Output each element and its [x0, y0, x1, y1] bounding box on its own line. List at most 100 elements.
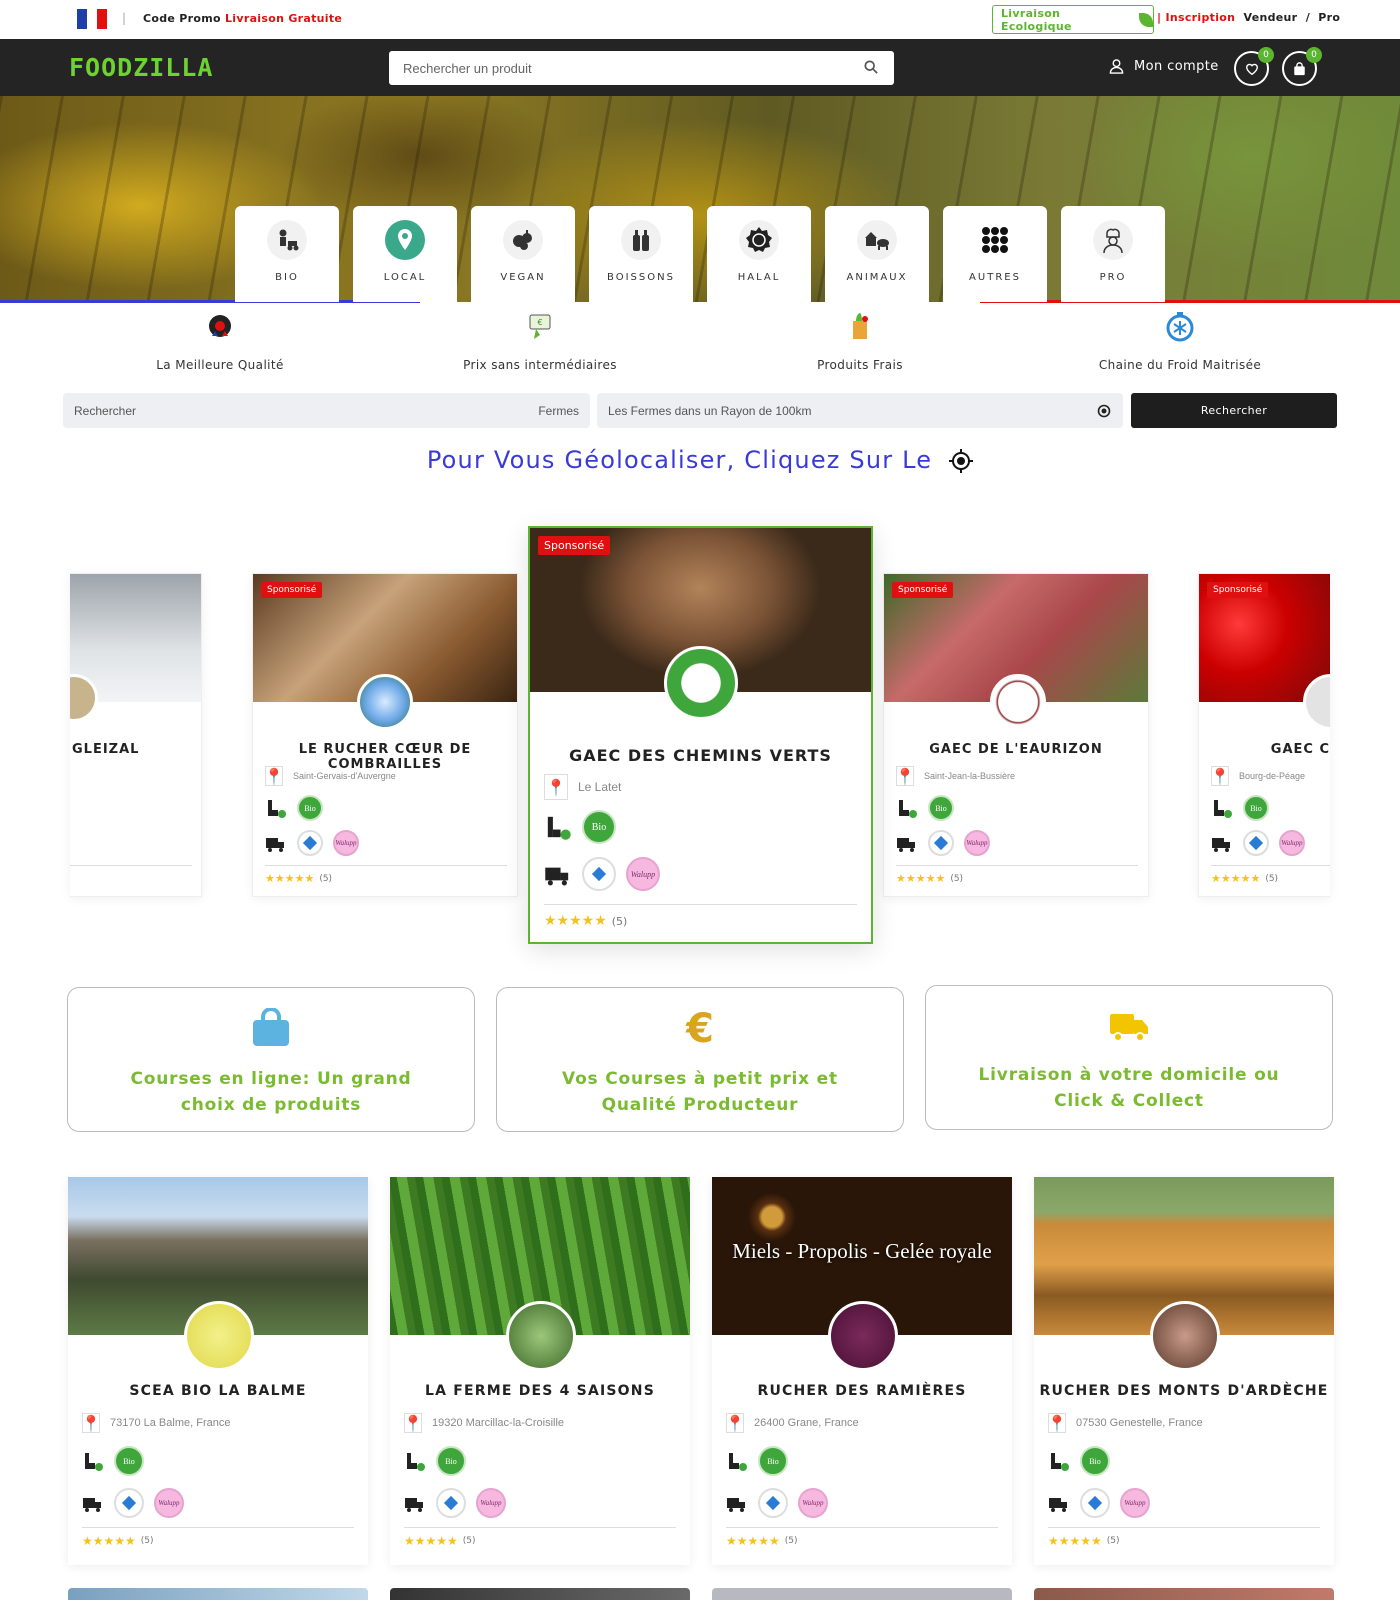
- location-row: 📍 73170 La Balme, France: [81, 1413, 230, 1433]
- svg-text:€: €: [537, 318, 542, 327]
- category-local[interactable]: LOCAL: [353, 206, 457, 302]
- walupp-badge: Walupp: [1279, 830, 1305, 856]
- eco-farmer-icon: [899, 800, 917, 818]
- farm-card-eaurizon[interactable]: Sponsorisé GAEC DE L'EAURIZON 📍 Saint-Je…: [883, 573, 1149, 897]
- divider: [404, 1527, 676, 1528]
- delivery-row: Walupp: [1048, 1488, 1150, 1518]
- delivery-truck-icon: [83, 1498, 101, 1512]
- category-animaux[interactable]: ANIMAUX: [825, 206, 929, 302]
- bio-label-badge: Bio: [1243, 795, 1269, 821]
- farm-card-rucher-monts-ardeche[interactable]: RUCHER DES MONTS D'ARDÈCHE 📍 07530 Genest…: [1034, 1177, 1334, 1565]
- cart-button[interactable]: 0: [1282, 47, 1322, 86]
- farm-name: RUCHER DES RAMIÈRES: [757, 1383, 967, 1399]
- pro-link[interactable]: Pro: [1318, 11, 1340, 24]
- geolocate-icon[interactable]: [1096, 403, 1112, 419]
- account-link[interactable]: Mon compte: [1109, 58, 1219, 74]
- review-count: (5): [611, 914, 628, 928]
- feature-low-prices: € Vos Courses à petit prix et Qualité Pro…: [496, 987, 904, 1132]
- wishlist-count-badge: 0: [1258, 47, 1274, 63]
- wishlist-button[interactable]: 0: [1234, 47, 1274, 86]
- rating-stars: ★★★★★ (5): [544, 913, 628, 929]
- farm-card-scea-bio-la-balme[interactable]: SCEA BIO LA BALME 📍 73170 La Balme, Franc…: [68, 1177, 368, 1565]
- search-icon[interactable]: [864, 60, 878, 74]
- walupp-badge: Walupp: [154, 1488, 184, 1518]
- shopping-bag-icon: [253, 1007, 289, 1046]
- farm-name: LA FERME DES 4 SAISONS: [425, 1383, 655, 1399]
- radius-input[interactable]: Les Fermes dans un Rayon de 100km: [608, 404, 811, 418]
- delivery-row: Walupp: [1211, 830, 1305, 856]
- slash-separator: /: [1305, 11, 1311, 24]
- farm-avatar: [664, 646, 738, 720]
- delivery-row: Walupp: [265, 830, 359, 856]
- category-label: PRO: [1099, 272, 1127, 283]
- chronopost-badge: [1243, 830, 1269, 856]
- bottles-icon: [621, 220, 661, 260]
- category-pro[interactable]: PRO: [1061, 206, 1165, 302]
- walupp-badge: Walupp: [626, 857, 660, 891]
- farm-card-chemins-verts[interactable]: Sponsorisé GAEC DES CHEMINS VERTS 📍 Le L…: [528, 526, 873, 944]
- farm-location: 19320 Marcillac-la-Croisille: [432, 1417, 565, 1429]
- sponsored-badge: Sponsorisé: [1207, 582, 1269, 598]
- eco-delivery-button[interactable]: Livraison Ecologique: [992, 5, 1154, 34]
- farm-animals-icon: [857, 220, 897, 260]
- value-label: Chaine du Froid Maitrisée: [1098, 358, 1262, 372]
- category-autres[interactable]: AUTRES: [943, 206, 1047, 302]
- rating-stars: ★★★★★ (5): [82, 1534, 154, 1548]
- category-vegan[interactable]: VEGAN: [471, 206, 575, 302]
- product-search: [389, 51, 894, 85]
- labels-row: Bio: [404, 1446, 466, 1476]
- bio-label-badge: Bio: [1080, 1446, 1110, 1476]
- delivery-row: Walupp: [404, 1488, 506, 1518]
- farm-name: RUCHER DES MONTS D'ARDÈCHE: [1039, 1383, 1329, 1399]
- sponsored-badge: Sponsorisé: [892, 582, 954, 598]
- cart-count-badge: 0: [1306, 47, 1322, 63]
- divider: [726, 1527, 998, 1528]
- type-select[interactable]: Fermes: [538, 404, 579, 418]
- category-label: BIO: [275, 272, 299, 283]
- inscription-link[interactable]: Inscription: [1165, 11, 1235, 24]
- delivery-truck-icon: [1049, 1498, 1067, 1512]
- divider: [82, 1527, 354, 1528]
- location-row: 📍 Saint-Gervais-d'Auvergne: [264, 766, 396, 786]
- target-icon[interactable]: [949, 449, 974, 473]
- category-halal[interactable]: HALAL: [707, 206, 811, 302]
- bio-label-badge: Bio: [114, 1446, 144, 1476]
- review-count: (5): [319, 873, 333, 884]
- farm-name: GLEIZAL: [72, 742, 140, 757]
- feature-text: Courses en ligne: Un grand choix de produ…: [130, 1069, 412, 1115]
- radius-search-box[interactable]: Les Fermes dans un Rayon de 100km: [597, 393, 1123, 428]
- chronopost-badge: [1080, 1488, 1110, 1518]
- walupp-badge: Walupp: [1120, 1488, 1150, 1518]
- bio-label-badge: Bio: [928, 795, 954, 821]
- farm-search-input[interactable]: Rechercher: [74, 404, 136, 418]
- chef-icon: [1093, 220, 1133, 260]
- map-pin-icon: 📍: [264, 766, 284, 786]
- feature-text: Livraison à votre domicile ou Click & Col…: [978, 1065, 1280, 1111]
- farm-search-box[interactable]: Rechercher Fermes: [63, 393, 590, 428]
- divider: [544, 904, 857, 905]
- search-button[interactable]: Rechercher: [1131, 393, 1337, 428]
- farm-card-ferme-4-saisons[interactable]: LA FERME DES 4 SAISONS 📍 19320 Marcillac-…: [390, 1177, 690, 1565]
- location-row: 📍 Saint-Jean-la-Bussière: [895, 766, 1015, 786]
- hero-banner-image: [0, 96, 1400, 302]
- delivery-truck-icon: [897, 838, 915, 852]
- feature-delivery: Livraison à votre domicile ou Click & Col…: [925, 985, 1333, 1130]
- next-card-peek: [68, 1588, 368, 1600]
- map-pin-icon: 📍: [403, 1413, 423, 1433]
- chronopost-badge: [758, 1488, 788, 1518]
- farm-card-gleizal[interactable]: GLEIZAL: [70, 573, 202, 897]
- farm-card-gaec-c[interactable]: Sponsorisé GAEC C 📍 Bourg-de-Péage Bio W…: [1198, 573, 1330, 897]
- walupp-badge: Walupp: [798, 1488, 828, 1518]
- product-search-input[interactable]: [389, 51, 839, 85]
- site-logo[interactable]: FOODZILLA: [69, 53, 213, 82]
- rating-stars: ★★★★★ (5): [265, 872, 333, 885]
- vendeur-link[interactable]: Vendeur: [1244, 11, 1298, 24]
- chronopost-badge: [297, 830, 323, 856]
- category-bio[interactable]: BIO: [235, 206, 339, 302]
- france-flag-icon[interactable]: [77, 9, 107, 29]
- delivery-row: Walupp: [544, 857, 660, 891]
- category-boissons[interactable]: BOISSONS: [589, 206, 693, 302]
- labels-row: Bio: [896, 795, 954, 821]
- farm-card-rucher-ramieres[interactable]: Miels - Propolis - Gelée royale RUCHER D…: [712, 1177, 1012, 1565]
- farm-card-rucher-combrailles[interactable]: Sponsorisé LE RUCHER CŒUR DE COMBRAILLES…: [252, 573, 518, 897]
